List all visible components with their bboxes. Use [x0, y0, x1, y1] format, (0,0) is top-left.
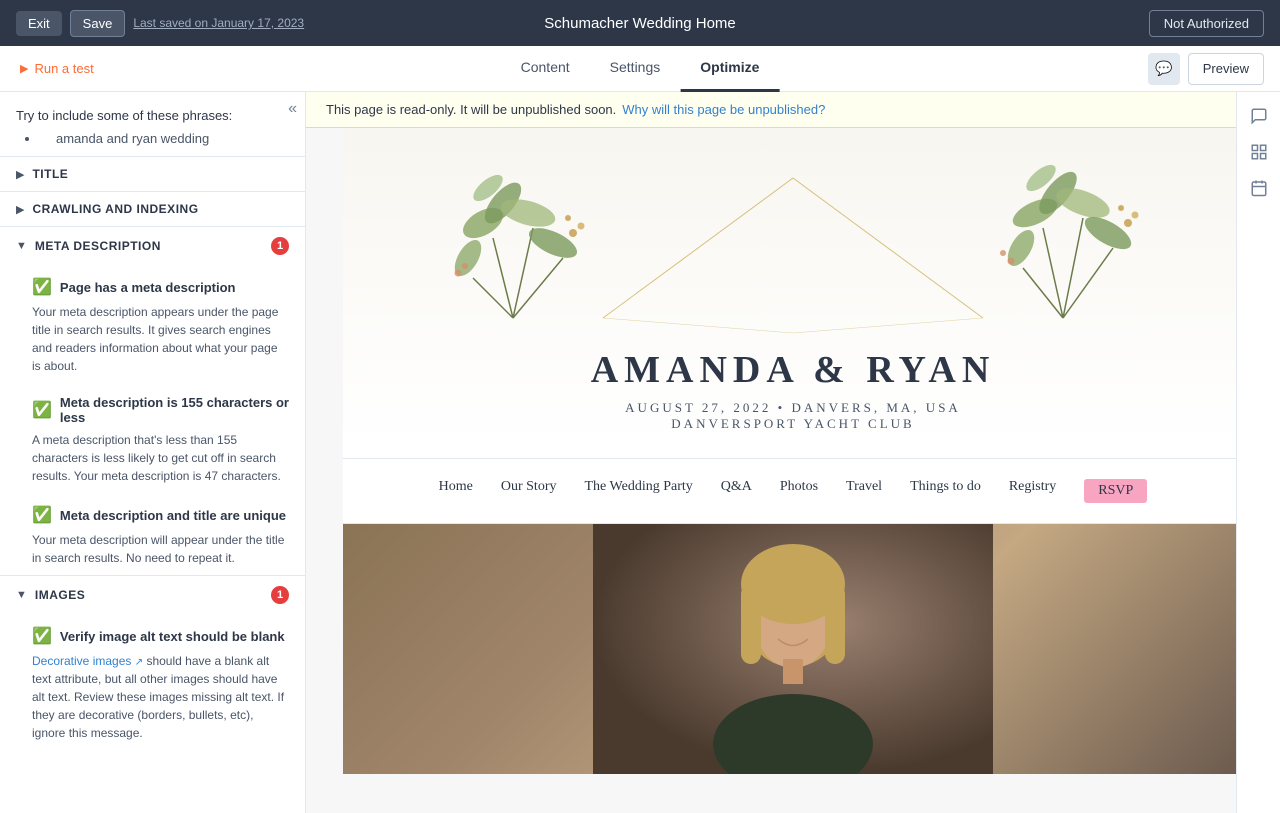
nav-qa[interactable]: Q&A [721, 479, 752, 503]
section-images-label: IMAGES [35, 588, 85, 602]
sub-nav-right: 💬 Preview [1148, 53, 1280, 85]
main-layout: « Try to include some of these phrases: … [0, 92, 1280, 813]
check-alt-text-label: Verify image alt text should be blank [60, 629, 285, 644]
section-title-label: TITLE [32, 167, 68, 181]
unpublish-link[interactable]: Why will this page be unpublished? [622, 102, 825, 117]
read-only-banner: This page is read-only. It will be unpub… [306, 92, 1280, 128]
sub-nav: Run a test Content Settings Optimize 💬 P… [0, 46, 1280, 92]
photo-placeholder-svg [593, 524, 993, 774]
botanical-svg [403, 148, 1183, 338]
couple-name: AMANDA & RYAN [343, 348, 1243, 392]
check-meta-length-desc: A meta description that's less than 155 … [32, 431, 289, 485]
nav-home[interactable]: Home [439, 479, 473, 503]
comment-sidebar-button[interactable] [1243, 100, 1275, 132]
last-saved-label: Last saved on January 17, 2023 [133, 16, 304, 30]
chevron-right-icon: ▶ [16, 203, 24, 216]
tab-settings[interactable]: Settings [590, 45, 681, 92]
check-has-meta-desc: Your meta description appears under the … [32, 303, 289, 375]
check-alt-text: ✅ Verify image alt text should be blank … [0, 614, 305, 750]
right-sidebar [1236, 92, 1280, 813]
check-meta-length-label: Meta description is 155 characters or le… [60, 395, 289, 425]
wedding-hero: AMANDA & RYAN AUGUST 27, 2022 • DANVERS,… [343, 128, 1243, 442]
collapse-button[interactable]: « [288, 100, 297, 118]
nav-photos[interactable]: Photos [780, 479, 818, 503]
section-crawling[interactable]: ▶ CRAWLING AND INDEXING [0, 191, 305, 226]
exit-button[interactable]: Exit [16, 11, 62, 36]
tab-content[interactable]: Content [501, 45, 590, 92]
top-bar-left: Exit Save Last saved on January 17, 2023 [16, 10, 304, 37]
nav-registry[interactable]: Registry [1009, 479, 1056, 503]
preview-button[interactable]: Preview [1188, 53, 1264, 85]
check-green-icon: ✅ [32, 277, 52, 297]
check-green-icon: ✅ [32, 400, 52, 420]
top-bar: Exit Save Last saved on January 17, 2023… [0, 0, 1280, 46]
comment-icon-button[interactable]: 💬 [1148, 53, 1180, 85]
wedding-venue: DANVERSPORT YACHT CLUB [343, 416, 1243, 432]
right-panel: This page is read-only. It will be unpub… [306, 92, 1280, 813]
save-button[interactable]: Save [70, 10, 126, 37]
page-title: Schumacher Wedding Home [544, 15, 735, 32]
not-authorized-button[interactable]: Not Authorized [1149, 10, 1264, 37]
phrase-item: amanda and ryan wedding [40, 129, 289, 148]
check-gray-icon: ✅ [32, 505, 52, 525]
check-meta-unique: ✅ Meta description and title are unique … [0, 493, 305, 575]
tabs: Content Settings Optimize [501, 45, 780, 92]
section-title[interactable]: ▶ TITLE [0, 156, 305, 191]
left-panel: « Try to include some of these phrases: … [0, 92, 306, 813]
nav-our-story[interactable]: Our Story [501, 479, 557, 503]
calendar-sidebar-button[interactable] [1243, 172, 1275, 204]
check-has-meta-label: Page has a meta description [60, 280, 236, 295]
botanical-frame [403, 148, 1183, 338]
section-images[interactable]: ▼ IMAGES 1 [0, 575, 305, 614]
check-gray-icon: ✅ [32, 626, 52, 646]
phrase-title: Try to include some of these phrases: [16, 108, 289, 123]
nav-wedding-party[interactable]: The Wedding Party [585, 479, 693, 503]
section-meta[interactable]: ▼ META DESCRIPTION 1 [0, 226, 305, 265]
layout-sidebar-button[interactable] [1243, 136, 1275, 168]
images-badge: 1 [271, 586, 289, 604]
run-test-button[interactable]: Run a test [0, 61, 114, 76]
section-crawling-label: CRAWLING AND INDEXING [32, 202, 198, 216]
chevron-right-icon: ▶ [16, 168, 24, 181]
page-content: AMANDA & RYAN AUGUST 27, 2022 • DANVERS,… [343, 128, 1243, 774]
nav-travel[interactable]: Travel [846, 479, 882, 503]
decorative-images-link[interactable]: Decorative images ↗ [32, 654, 143, 668]
check-meta-unique-label: Meta description and title are unique [60, 508, 286, 523]
phrase-section: Try to include some of these phrases: am… [0, 92, 305, 156]
nav-things-to-do[interactable]: Things to do [910, 479, 981, 503]
meta-badge: 1 [271, 237, 289, 255]
check-has-meta: ✅ Page has a meta description Your meta … [0, 265, 305, 383]
section-meta-label: META DESCRIPTION [35, 239, 161, 253]
check-meta-length: ✅ Meta description is 155 characters or … [0, 383, 305, 493]
wedding-date: AUGUST 27, 2022 • DANVERS, MA, USA [343, 400, 1243, 416]
chevron-down-icon: ▼ [16, 589, 27, 601]
photo-section [343, 524, 1243, 774]
page-nav: Home Our Story The Wedding Party Q&A Pho… [343, 458, 1243, 524]
nav-rsvp[interactable]: RSVP [1084, 479, 1147, 503]
check-alt-text-desc: Decorative images ↗ should have a blank … [32, 652, 289, 742]
tab-optimize[interactable]: Optimize [680, 45, 779, 92]
chevron-down-icon: ▼ [16, 240, 27, 252]
banner-text: This page is read-only. It will be unpub… [326, 102, 616, 117]
check-meta-unique-desc: Your meta description will appear under … [32, 531, 289, 567]
